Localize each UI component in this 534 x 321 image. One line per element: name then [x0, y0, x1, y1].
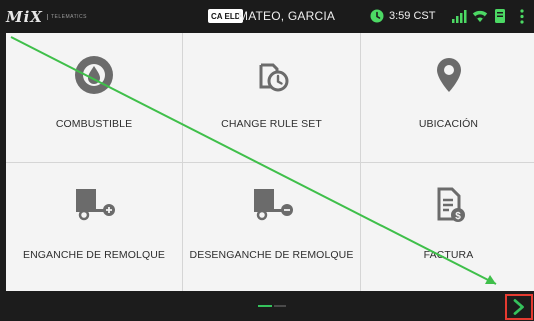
status-bar: MiX TELEMATICS CA ELD MATEO, GARCIA 3:59… [0, 0, 534, 33]
trailer-hook-icon [76, 189, 115, 221]
bottom-bar [0, 291, 534, 321]
overflow-menu-icon[interactable] [519, 9, 525, 24]
trailer-unhook-icon [253, 189, 293, 221]
tile-label: CHANGE RULE SET [221, 118, 322, 130]
tile-change-rule-set[interactable]: CHANGE RULE SET [183, 33, 360, 162]
signal-strength-icon [452, 10, 467, 23]
tile-label: COMBUSTIBLE [55, 118, 133, 130]
tile-ubicacion[interactable]: UBICACIÓN [361, 33, 534, 162]
device-status-icon [495, 9, 505, 23]
chevron-right-icon [513, 299, 524, 315]
tile-enganche-de-remolque[interactable]: ENGANCHE DE REMOLQUE [6, 163, 182, 292]
tile-label: DESENGANCHE DE REMOLQUE [189, 249, 354, 261]
action-grid: COMBUSTIBLE CHANGE RULE SET UBICACIÓN EN… [6, 33, 534, 292]
next-page-button[interactable] [505, 294, 533, 320]
svg-text:$: $ [455, 211, 461, 222]
fuel-icon [75, 56, 113, 94]
clock-status-icon [370, 9, 384, 23]
driver-name: MATEO, GARCIA [238, 9, 336, 23]
tile-label: ENGANCHE DE REMOLQUE [22, 249, 166, 261]
tile-label: UBICACIÓN [418, 118, 479, 130]
rule-set-clock-icon [259, 63, 288, 92]
tile-desenganche-de-remolque[interactable]: DESENGANCHE DE REMOLQUE [183, 163, 360, 292]
wifi-icon [472, 10, 488, 22]
page-indicator [274, 305, 286, 307]
tile-factura[interactable]: $ FACTURA [361, 163, 534, 292]
tile-label: FACTURA [423, 249, 474, 261]
page-indicator-active [258, 305, 272, 307]
brand-name: MiX [6, 8, 43, 26]
invoice-icon: $ [437, 187, 465, 222]
brand-subtitle: TELEMATICS [46, 14, 87, 20]
clock-time: 3:59 CST [389, 10, 436, 22]
location-pin-icon [436, 58, 461, 92]
tile-combustible[interactable]: COMBUSTIBLE [6, 33, 182, 162]
mix-telematics-logo: MiX TELEMATICS [6, 8, 87, 26]
